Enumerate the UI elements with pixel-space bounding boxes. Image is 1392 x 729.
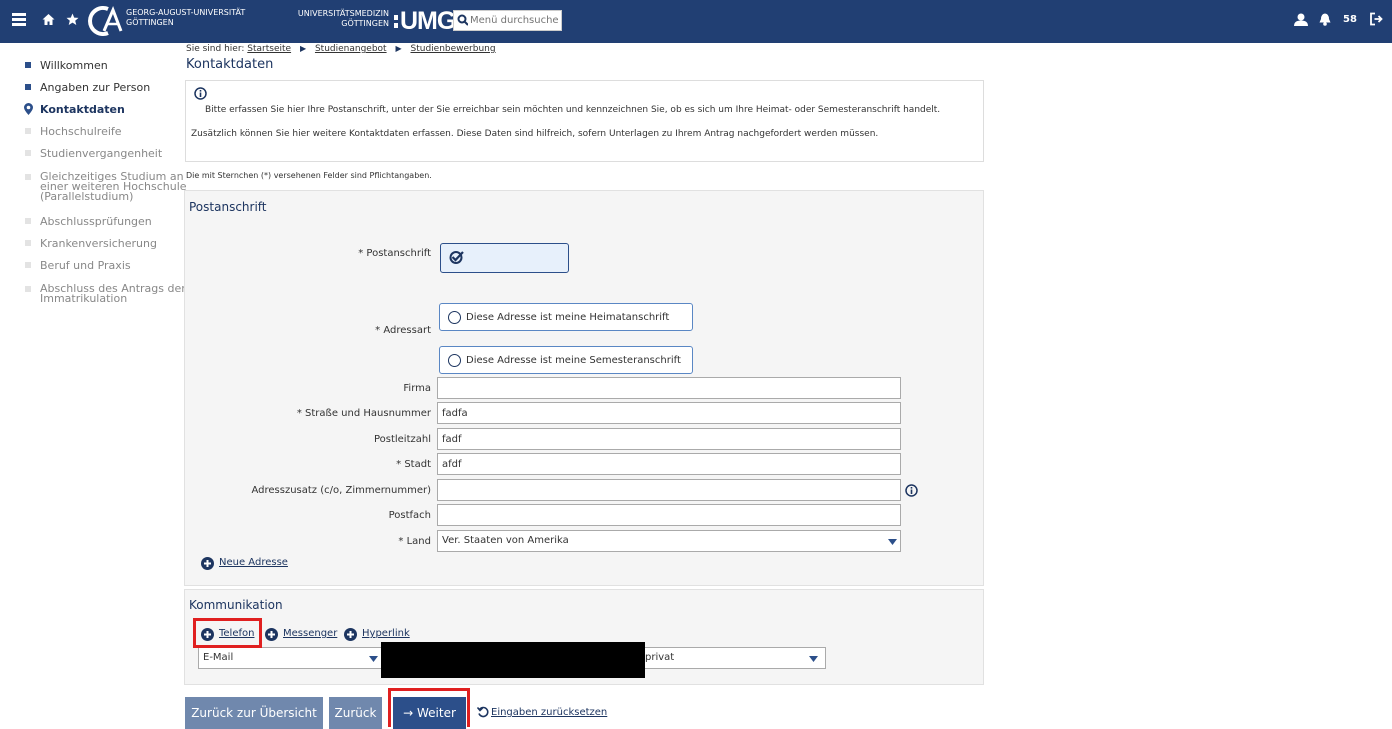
adressart-label: * Adressart bbox=[375, 325, 431, 336]
neue-adresse-link[interactable]: Neue Adresse bbox=[219, 557, 288, 568]
info-icon[interactable] bbox=[905, 484, 918, 497]
check-icon bbox=[449, 251, 464, 264]
strasse-input[interactable] bbox=[437, 402, 901, 424]
bullet-icon bbox=[25, 84, 31, 90]
breadcrumb-startseite[interactable]: Startseite bbox=[247, 44, 291, 54]
chevron-right-icon: ▶ bbox=[395, 44, 402, 53]
firma-label: Firma bbox=[403, 383, 431, 394]
info-box: Bitte erfassen Sie hier Ihre Postanschri… bbox=[185, 80, 984, 162]
umg-logo[interactable]: UMG bbox=[400, 7, 456, 36]
bullet-icon bbox=[25, 240, 31, 246]
hyperlink-link[interactable]: Hyperlink bbox=[362, 628, 410, 639]
university-name: GEORG-AUGUST-UNIVERSITÄT GÖTTINGEN bbox=[126, 8, 246, 27]
info-icon bbox=[194, 87, 207, 100]
bullet-icon bbox=[25, 262, 31, 268]
kommunikation-usage-select[interactable]: privat bbox=[640, 647, 826, 669]
postfach-label: Postfach bbox=[388, 510, 431, 521]
messenger-link[interactable]: Messenger bbox=[283, 628, 337, 639]
land-select[interactable]: Ver. Staaten von Amerika bbox=[437, 530, 901, 552]
university-logo[interactable] bbox=[88, 6, 124, 36]
user-icon[interactable] bbox=[1294, 12, 1308, 30]
postfach-input[interactable] bbox=[437, 504, 901, 526]
plus-circle-icon bbox=[265, 628, 278, 641]
notification-count[interactable]: 58 bbox=[1343, 14, 1357, 25]
radio-circle-icon bbox=[448, 354, 461, 367]
page-title: Kontaktdaten bbox=[186, 57, 274, 72]
postleitzahl-input[interactable] bbox=[437, 428, 901, 450]
postleitzahl-label: Postleitzahl bbox=[373, 434, 431, 445]
adresszusatz-input[interactable] bbox=[437, 479, 901, 501]
bullet-icon bbox=[25, 286, 31, 292]
kommunikation-type-select[interactable]: E-Mail bbox=[198, 647, 383, 669]
bell-icon[interactable] bbox=[1319, 12, 1331, 30]
redacted-area bbox=[381, 642, 645, 678]
telefon-highlight bbox=[193, 618, 262, 648]
kommunikation-title: Kommunikation bbox=[189, 598, 283, 612]
radio-semesteranschrift[interactable]: Diese Adresse ist meine Semesteranschrif… bbox=[439, 346, 693, 374]
bullet-icon bbox=[25, 62, 31, 68]
menu-search[interactable] bbox=[453, 10, 562, 31]
top-bar: GEORG-AUGUST-UNIVERSITÄT GÖTTINGEN UNIVE… bbox=[0, 0, 1392, 43]
search-input[interactable] bbox=[468, 12, 560, 29]
chevron-down-icon bbox=[369, 656, 378, 662]
umg-name: UNIVERSITÄTSMEDIZIN GÖTTINGEN bbox=[297, 9, 389, 28]
breadcrumb-studienangebot[interactable]: Studienangebot bbox=[315, 44, 387, 54]
required-fields-note: Die mit Sternchen (*) versehenen Felder … bbox=[186, 171, 432, 180]
info-text-secondary: Zusätzlich können Sie hier weitere Konta… bbox=[191, 129, 879, 139]
plus-circle-icon bbox=[344, 628, 357, 641]
chevron-right-icon: ▶ bbox=[299, 44, 307, 53]
reset-inputs-link[interactable]: Eingaben zurücksetzen bbox=[491, 707, 607, 718]
bullet-icon bbox=[25, 218, 31, 224]
info-text: Bitte erfassen Sie hier Ihre Postanschri… bbox=[205, 105, 941, 115]
reset-icon bbox=[477, 706, 489, 718]
location-pin-icon bbox=[24, 103, 33, 115]
bullet-icon bbox=[25, 128, 31, 134]
home-icon[interactable] bbox=[42, 12, 55, 30]
plus-circle-icon bbox=[201, 557, 214, 570]
stadt-input[interactable] bbox=[437, 453, 901, 475]
strasse-label: * Straße und Hausnummer bbox=[296, 408, 431, 419]
adresszusatz-label: Adresszusatz (c/o, Zimmernummer) bbox=[251, 485, 431, 496]
bullet-icon bbox=[25, 174, 31, 180]
radio-heimatanschrift[interactable]: Diese Adresse ist meine Heimatanschrift bbox=[439, 303, 693, 331]
logout-icon[interactable] bbox=[1369, 12, 1383, 30]
chevron-down-icon bbox=[809, 656, 818, 662]
bullet-icon bbox=[25, 150, 31, 156]
chevron-down-icon bbox=[888, 539, 897, 545]
postanschrift-label: * Postanschrift bbox=[358, 248, 431, 259]
stadt-label: * Stadt bbox=[396, 459, 431, 470]
back-to-overview-button[interactable]: Zurück zur Übersicht bbox=[185, 697, 323, 729]
firma-input[interactable] bbox=[437, 377, 901, 399]
radio-circle-icon bbox=[448, 311, 461, 324]
breadcrumb-studienbewerbung[interactable]: Studienbewerbung bbox=[411, 44, 496, 54]
postanschrift-title: Postanschrift bbox=[189, 200, 267, 214]
star-icon[interactable] bbox=[66, 12, 79, 30]
land-label: * Land bbox=[398, 536, 431, 547]
breadcrumb: Sie sind hier: Startseite ▶ Studienangeb… bbox=[186, 44, 496, 54]
next-button-highlight bbox=[388, 688, 470, 727]
menu-icon[interactable] bbox=[12, 12, 26, 30]
umg-logo-dots bbox=[394, 15, 398, 28]
back-button[interactable]: Zurück bbox=[329, 697, 382, 729]
postanschrift-checkbox[interactable] bbox=[440, 243, 569, 273]
